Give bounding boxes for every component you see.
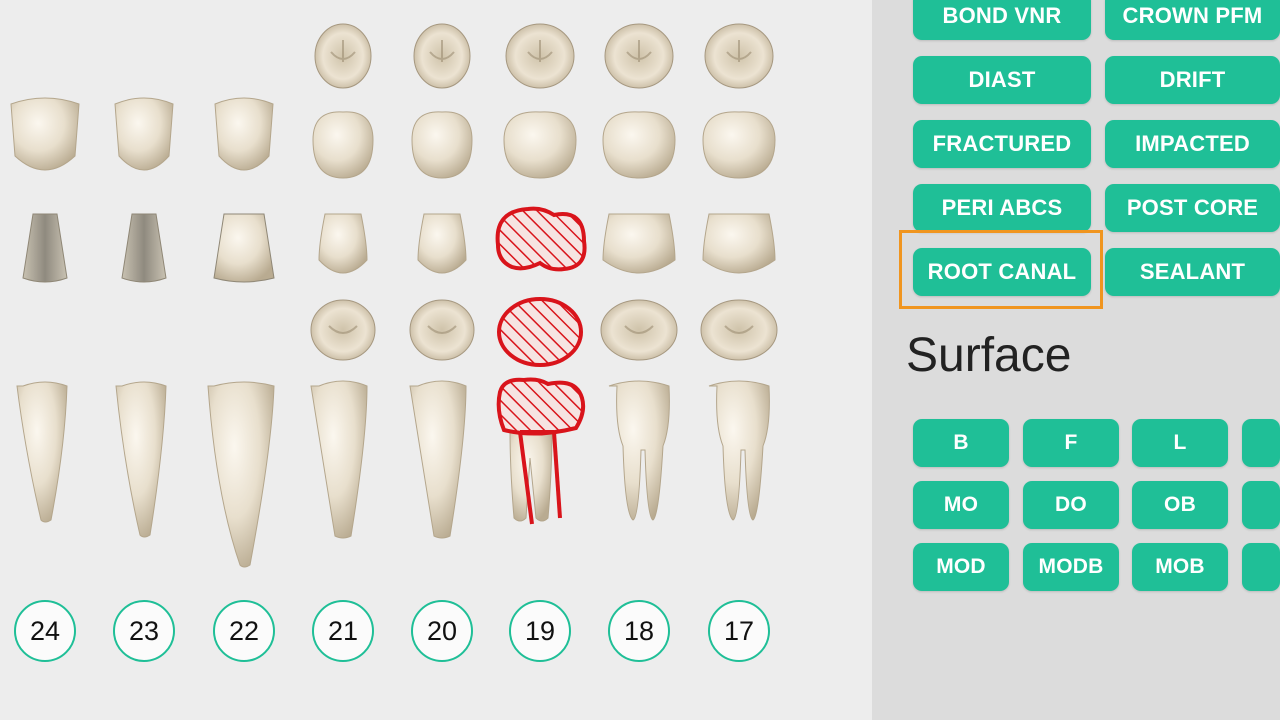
condition-button-peri-abcs[interactable]: PERI ABCS [913,184,1091,232]
tooth-24-buccal-icon [10,97,80,171]
tooth-21-proximal-icon [318,213,368,274]
root-canal-line-icon [552,431,562,519]
surface-button-mob[interactable]: MOB [1132,543,1228,591]
tooth-17-full-icon [708,380,770,521]
tooth-20-full-icon [409,380,467,539]
tooth-number-24[interactable]: 24 [14,600,76,662]
tooth-20-buccal-icon [411,111,473,179]
tooth-24-proximal-icon [22,213,68,283]
tooth-number-20[interactable]: 20 [411,600,473,662]
tooth-21-lingual-icon [310,299,376,361]
tooth-22-buccal-icon [214,97,274,171]
tooth-17-proximal-icon [702,213,776,274]
tooth-19-occlusal-marked-icon [497,297,583,367]
tooth-number-19[interactable]: 19 [509,600,571,662]
tooth-18-proximal-icon [602,213,676,274]
surface-button-l[interactable]: L [1132,419,1228,467]
surface-button-partial-2[interactable] [1242,543,1280,591]
surface-heading: Surface [906,329,1072,382]
surface-button-f[interactable]: F [1023,419,1119,467]
tooth-number-21[interactable]: 21 [312,600,374,662]
condition-button-bond-vnr[interactable]: BOND VNR [913,0,1091,40]
tooth-22-proximal-icon [213,213,275,283]
tooth-number-23[interactable]: 23 [113,600,175,662]
tooth-18-buccal-icon [602,111,676,179]
tooth-chart-area: 24 23 22 21 20 19 18 17 [0,0,872,720]
tooth-22-full-icon [207,381,275,568]
tooth-17-lingual-icon [700,299,778,361]
tooth-19-crown-marked-icon [496,377,586,436]
surface-button-ob[interactable]: OB [1132,481,1228,529]
tooth-23-buccal-icon [114,97,174,171]
surface-button-do[interactable]: DO [1023,481,1119,529]
tooth-23-proximal-icon [121,213,167,283]
tooth-number-18[interactable]: 18 [608,600,670,662]
tooth-23-full-icon [115,381,167,538]
tooth-21-full-icon [310,380,368,539]
tooth-20-lingual-icon [409,299,475,361]
condition-button-diast[interactable]: DIAST [913,56,1091,104]
tooth-24-full-icon [16,381,68,523]
surface-button-modb[interactable]: MODB [1023,543,1119,591]
surface-button-b[interactable]: B [913,419,1009,467]
tooth-18-full-icon [608,380,670,521]
tooth-21-buccal-icon [312,111,374,179]
tooth-number-17[interactable]: 17 [708,600,770,662]
surface-button-mo[interactable]: MO [913,481,1009,529]
tooth-19-proximal-marked-icon [495,206,587,272]
condition-button-sealant[interactable]: SEALANT [1105,248,1280,296]
surface-button-partial-0[interactable] [1242,419,1280,467]
tooth-17-buccal-icon [702,111,776,179]
surface-button-mod[interactable]: MOD [913,543,1009,591]
condition-button-impacted[interactable]: IMPACTED [1105,120,1280,168]
tooth-20-proximal-icon [417,213,467,274]
surface-button-partial-1[interactable] [1242,481,1280,529]
condition-button-drift[interactable]: DRIFT [1105,56,1280,104]
highlight-box-root-canal [899,230,1103,309]
condition-button-crown-pfm[interactable]: CROWN PFM [1105,0,1280,40]
condition-button-post-core[interactable]: POST CORE [1105,184,1280,232]
tooth-19-buccal-icon [503,111,577,179]
condition-button-fractured[interactable]: FRACTURED [913,120,1091,168]
tooth-number-22[interactable]: 22 [213,600,275,662]
tooth-18-lingual-icon [600,299,678,361]
